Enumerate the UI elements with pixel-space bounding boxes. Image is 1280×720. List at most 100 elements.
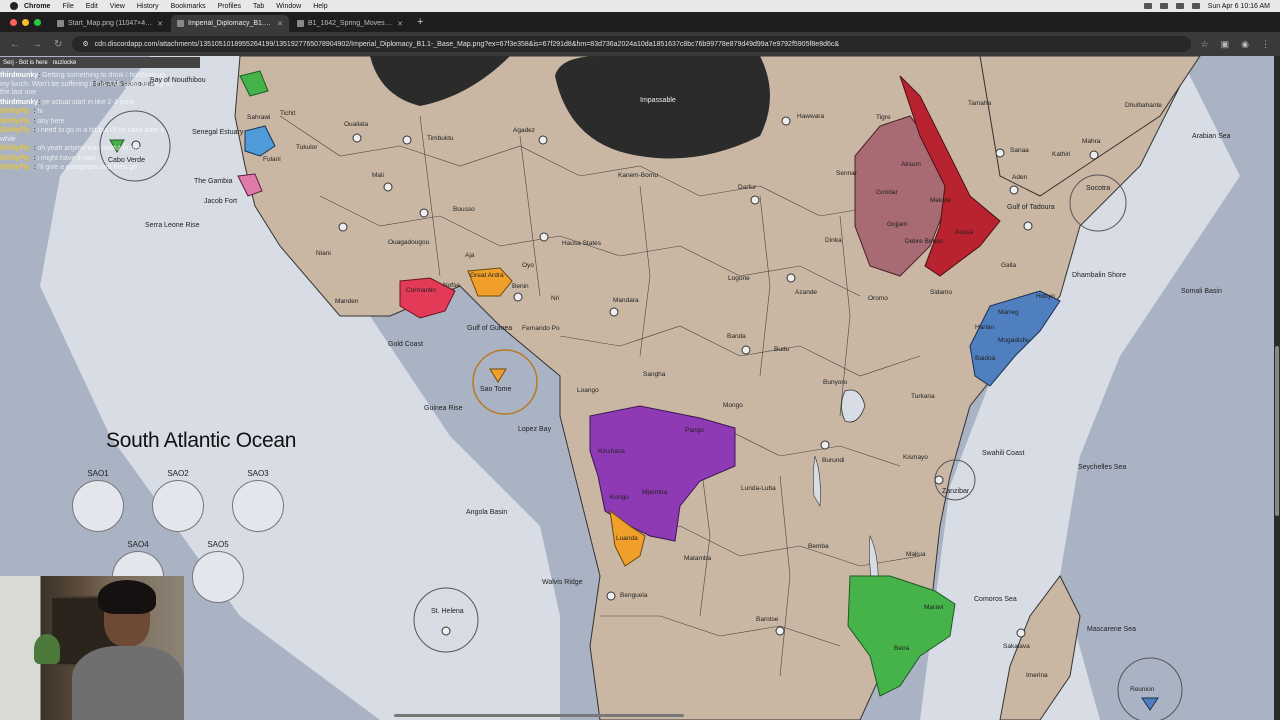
label-darfur: Darfur	[738, 184, 757, 191]
sao5-region[interactable]: SAO5	[192, 540, 244, 603]
tab-label: Start_Map.png (11047×4548)	[68, 20, 154, 27]
sao2-disc[interactable]	[152, 480, 204, 532]
label-tigre: Tigre	[876, 114, 891, 121]
label-agadez: Agadez	[513, 127, 535, 134]
site-info-icon[interactable]: ⚙	[82, 40, 88, 48]
minimize-window-button[interactable]	[22, 18, 29, 26]
menu-bookmarks[interactable]: Bookmarks	[171, 3, 206, 10]
plant	[34, 634, 60, 664]
bookmark-star-icon[interactable]: ☆	[1201, 39, 1209, 50]
close-window-button[interactable]	[10, 18, 17, 26]
chat-header-right: nuzlocke	[52, 59, 77, 66]
map-image[interactable]: Impassable Bay of Noudhibou Senegal Estu…	[0, 56, 1280, 720]
menu-profiles[interactable]: Profiles	[218, 3, 241, 10]
status-area: Sun Apr 6 10:16 AM	[1143, 3, 1280, 10]
label-senegal-estuary: Senegal Estuary	[192, 129, 244, 136]
label-lunda-luba: Lunda-Luba	[741, 485, 776, 492]
new-tab-button[interactable]: +	[411, 16, 429, 28]
label-socotra: Socotra	[1086, 185, 1110, 192]
close-tab-icon[interactable]: ✕	[397, 20, 403, 28]
sao5-disc[interactable]	[192, 551, 244, 603]
ocean-title: South Atlantic Ocean	[106, 429, 297, 452]
label-somali-basin: Somali Basin	[1181, 288, 1222, 295]
menu-edit[interactable]: Edit	[86, 3, 98, 10]
scrollbar-thumb[interactable]	[1275, 346, 1279, 516]
label-arabian-sea: Arabian Sea	[1192, 133, 1231, 140]
label-manden: Manden	[335, 298, 359, 305]
label-dhulbahante: Dhulbahante	[1125, 102, 1162, 109]
menu-view[interactable]: View	[110, 3, 125, 10]
label-loango: Loango	[577, 387, 599, 394]
chat-message: ShiftyFly_: hi	[0, 108, 43, 115]
close-tab-icon[interactable]: ✕	[277, 20, 283, 28]
chat-username: ShiftyFly_	[0, 145, 34, 152]
control-center-icon[interactable]	[1191, 3, 1200, 9]
label-dinka: Dinka	[825, 237, 842, 244]
label-mekele: Mekele	[930, 197, 951, 204]
chat-username: ShiftyFly_	[0, 154, 34, 162]
sao3-disc[interactable]	[232, 480, 284, 532]
label-swahili-coast: Swahili Coast	[982, 450, 1024, 457]
sao-tome-circle[interactable]	[472, 349, 538, 415]
extensions-icon[interactable]: ▣	[1221, 39, 1230, 50]
label-makua: Makua	[906, 551, 926, 558]
label-banda: Banda	[727, 333, 746, 340]
st-helena-circle[interactable]	[413, 587, 479, 653]
label-imerina: Imerina	[1026, 672, 1048, 679]
nav-buttons: ← → ↻	[0, 39, 72, 50]
chat-username: ShiftyFly_	[0, 117, 34, 125]
url-field[interactable]: ⚙ cdn.discordapp.com/attachments/1351051…	[72, 36, 1191, 52]
sao1-region[interactable]: SAO1	[72, 469, 124, 532]
label-kongo: Kongo	[610, 494, 629, 501]
label-nofse: Nofse	[443, 282, 460, 289]
tab-start-map[interactable]: Start_Map.png (11047×4548) ✕	[51, 15, 169, 32]
chat-message: thirdmunky: ye actual start in like 2-3 …	[0, 98, 135, 106]
tab-spring-moves[interactable]: B1_1642_Spring_Moves.png ✕	[291, 15, 409, 32]
zoom-window-button[interactable]	[34, 18, 41, 26]
forward-icon[interactable]: →	[32, 39, 42, 50]
label-azande: Azande	[795, 289, 817, 296]
webcam-overlay	[0, 576, 184, 720]
streamer-body	[72, 646, 184, 720]
label-oyo: Oyo	[522, 262, 534, 269]
horizontal-scrollbar[interactable]	[394, 714, 684, 717]
label-lopez-bay: Lopez Bay	[518, 426, 552, 433]
label-turkana: Turkana	[911, 393, 935, 400]
africa-map-svg: Impassable Bay of Noudhibou Senegal Estu…	[40, 56, 1240, 720]
menu-help[interactable]: Help	[313, 3, 327, 10]
label-beira: Beira	[894, 645, 910, 652]
tab-base-map[interactable]: Imperial_Diplomacy_B1.1-_Base ✕	[171, 15, 289, 32]
menu-app-name[interactable]: Chrome	[24, 3, 50, 10]
apple-icon[interactable]	[10, 2, 18, 10]
sao1-label: SAO1	[87, 469, 109, 478]
close-tab-icon[interactable]: ✕	[157, 20, 163, 28]
label-oromo: Oromo	[868, 295, 888, 302]
fleet-marker-blue[interactable]	[1141, 697, 1159, 711]
label-walvis-ridge: Walvis Ridge	[542, 579, 583, 586]
vertical-scrollbar[interactable]	[1274, 56, 1280, 720]
sao3-region[interactable]: SAO3	[232, 469, 284, 532]
label-benguela: Benguela	[620, 592, 648, 599]
wifi-icon[interactable]	[1159, 3, 1168, 9]
menu-tab[interactable]: Tab	[253, 3, 264, 10]
back-icon[interactable]: ←	[10, 39, 20, 50]
label-aussa: Aussa	[955, 229, 973, 236]
label-mongo: Mongo	[723, 402, 743, 409]
label-great-ardra: Great Ardra	[470, 272, 504, 279]
menu-file[interactable]: File	[62, 3, 73, 10]
menu-history[interactable]: History	[137, 3, 159, 10]
menu-window[interactable]: Window	[276, 3, 301, 10]
clock[interactable]: Sun Apr 6 10:16 AM	[1208, 3, 1270, 10]
sao2-region[interactable]: SAO2	[152, 469, 204, 532]
url-text: cdn.discordapp.com/attachments/135105101…	[94, 40, 840, 48]
image-file-icon	[57, 20, 64, 27]
sao1-disc[interactable]	[72, 480, 124, 532]
more-menu-icon[interactable]: ⋮	[1261, 39, 1270, 50]
fleet-marker-orange[interactable]	[489, 368, 507, 383]
chat-text: aby here	[37, 117, 65, 125]
search-icon[interactable]	[1175, 3, 1184, 9]
profile-icon[interactable]: ◉	[1241, 39, 1249, 50]
label-kanem-bornu: Kanem-Bornu	[618, 172, 658, 179]
battery-icon[interactable]	[1143, 3, 1152, 9]
reload-icon[interactable]: ↻	[54, 39, 62, 50]
